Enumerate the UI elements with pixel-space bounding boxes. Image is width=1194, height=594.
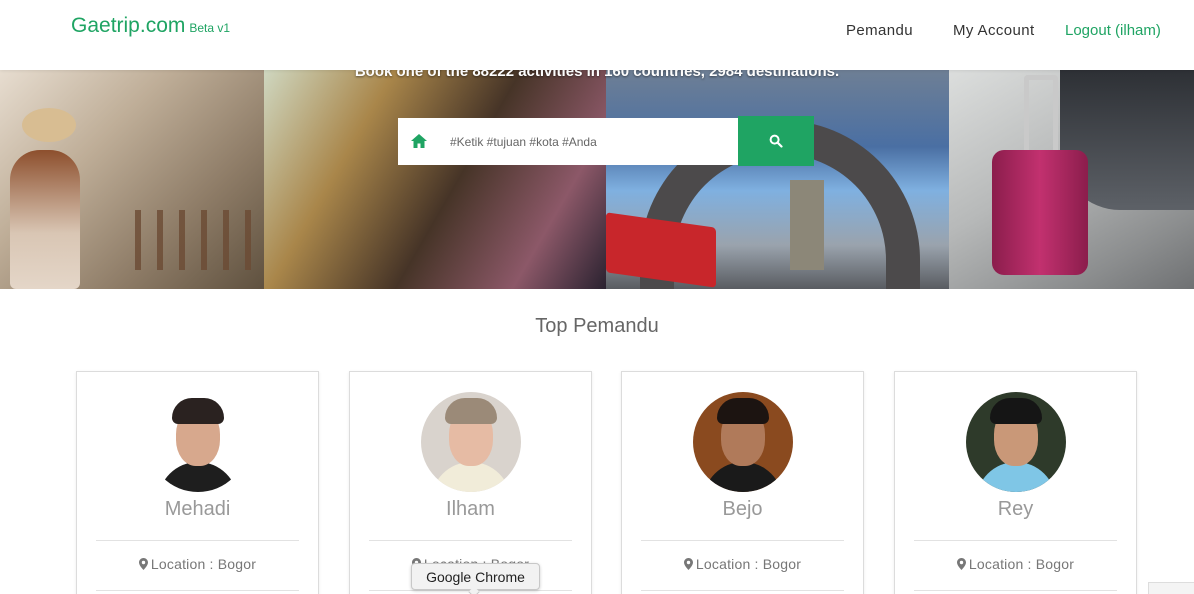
- hero-suitcase-handle: [1024, 75, 1058, 153]
- guide-name[interactable]: Bejo: [622, 498, 863, 521]
- hero-tagline: Book one of the 88222 activities in 160 …: [354, 70, 840, 80]
- map-marker-icon: [683, 558, 693, 570]
- divider: [96, 590, 299, 591]
- map-marker-icon: [956, 558, 966, 570]
- home-icon: [411, 134, 427, 148]
- nav-link-logout[interactable]: Logout (ilham): [1065, 22, 1161, 39]
- corner-widget[interactable]: [1148, 582, 1194, 594]
- search-button[interactable]: [738, 116, 814, 166]
- guide-location: Location : Bogor: [77, 556, 318, 572]
- nav-link-pemandu[interactable]: Pemandu: [846, 22, 913, 39]
- divider: [914, 590, 1117, 591]
- guide-location: Location : Bogor: [895, 556, 1136, 572]
- avatar[interactable]: [693, 392, 793, 492]
- guide-card-bejo[interactable]: Bejo Location : Bogor: [621, 371, 864, 594]
- nav-link-my-account[interactable]: My Account: [953, 22, 1035, 39]
- brand-version-tag: Beta v1: [189, 21, 231, 35]
- search-bar: [398, 116, 814, 166]
- guide-name[interactable]: Rey: [895, 498, 1136, 521]
- hero-figure: [10, 150, 80, 289]
- divider: [96, 540, 299, 541]
- hero-bench: [135, 210, 255, 270]
- search-icon: [769, 134, 783, 148]
- section-title: Top Pemandu: [535, 315, 659, 337]
- guide-name[interactable]: Ilham: [350, 498, 591, 521]
- brand-name[interactable]: Gaetrip.com: [71, 14, 185, 37]
- avatar[interactable]: [966, 392, 1066, 492]
- hero-image-friends: [264, 70, 606, 289]
- guide-card-mehadi[interactable]: Mehadi Location : Bogor: [76, 371, 319, 594]
- divider: [369, 540, 572, 541]
- guide-card-rey[interactable]: Rey Location : Bogor: [894, 371, 1137, 594]
- divider: [641, 540, 844, 541]
- hero-banner: Book one of the 88222 activities in 160 …: [0, 70, 1194, 289]
- avatar[interactable]: [421, 392, 521, 492]
- browser-tooltip: Google Chrome: [411, 563, 540, 590]
- search-box: [398, 118, 738, 165]
- divider: [641, 590, 844, 591]
- navbar: Gaetrip.com Beta v1 Pemandu My Account Lo…: [0, 0, 1194, 70]
- guide-card-ilham[interactable]: Ilham Location : Bogor: [349, 371, 592, 594]
- divider: [914, 540, 1117, 541]
- hero-suitcase: [992, 150, 1088, 275]
- hero-tower: [790, 180, 824, 270]
- hero-hat: [22, 108, 76, 142]
- guide-name[interactable]: Mehadi: [77, 498, 318, 521]
- avatar[interactable]: [148, 392, 248, 492]
- search-input[interactable]: [450, 118, 730, 165]
- guide-location: Location : Bogor: [622, 556, 863, 572]
- map-marker-icon: [138, 558, 148, 570]
- brand-logo[interactable]: Gaetrip.com Beta v1: [71, 14, 230, 38]
